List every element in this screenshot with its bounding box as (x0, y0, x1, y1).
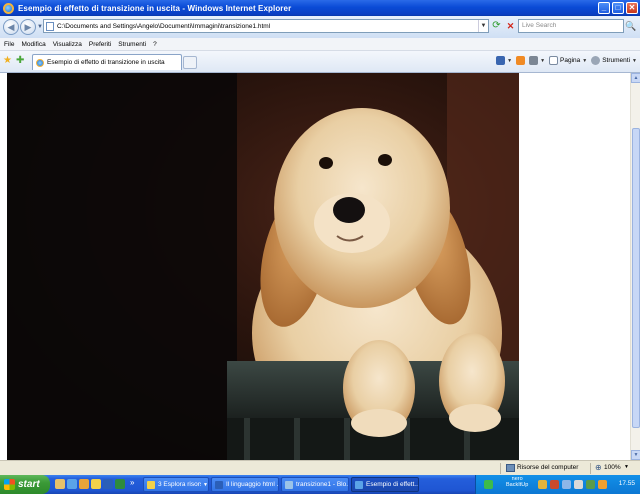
tray-antivirus-icon[interactable] (550, 480, 559, 489)
tray-update-icon[interactable] (598, 480, 607, 489)
windows-logo-icon (4, 479, 15, 490)
tray-usb-icon[interactable] (586, 480, 595, 489)
ie-icon (3, 2, 14, 14)
notepad-icon (285, 480, 293, 489)
ie-icon (36, 58, 44, 67)
puppy-photo-drawing (7, 73, 519, 460)
address-bar[interactable]: C:\Documents and Settings\Angelo\Documen… (43, 19, 489, 33)
address-input[interactable]: C:\Documents and Settings\Angelo\Documen… (57, 23, 478, 30)
scroll-down-button[interactable]: ▼ (631, 450, 640, 460)
task-ie-active[interactable]: Esempio di effett... (351, 477, 419, 492)
zoom-level[interactable]: 100% (604, 464, 621, 471)
navigation-bar: ◀ ▶ ▼ C:\Documents and Settings\Angelo\D… (0, 16, 640, 38)
taskbar: start » 3 Esplora risorse ▼ Il linguaggi… (0, 475, 640, 494)
quicklaunch-word-icon[interactable] (103, 479, 113, 489)
menu-help[interactable]: ? (153, 41, 157, 48)
system-tray: nero BackItUp 17.55 (475, 475, 640, 494)
back-button[interactable]: ◀ (3, 19, 19, 35)
stop-button[interactable]: ✕ (504, 20, 517, 33)
tray-nero-backitup[interactable]: nero BackItUp (506, 476, 528, 488)
tools-icon (591, 56, 601, 65)
command-bar: ▼ ▼ Pagina ▼ Strumenti ▼ (496, 56, 637, 65)
page-menu-button[interactable]: Pagina ▼ (549, 56, 587, 65)
quicklaunch-desktop-icon[interactable] (55, 479, 65, 489)
status-bar: Risorse del computer ⊕ 100% ▼ (0, 460, 640, 475)
menu-modifica[interactable]: Modifica (21, 41, 45, 48)
tab-active[interactable]: Esempio di effetto di transizione in usc… (32, 54, 182, 70)
menu-visualizza[interactable]: Visualizza (53, 41, 82, 48)
favorites-star-icon[interactable]: ★ (3, 56, 12, 66)
task-label: 3 Esplora risorse (158, 481, 201, 488)
ie-icon (355, 480, 363, 489)
window-title: Esempio di effetto di transizione in usc… (18, 3, 292, 13)
quicklaunch-excel-icon[interactable] (115, 479, 125, 489)
close-button[interactable]: ✕ (626, 2, 638, 14)
tray-volume-icon[interactable] (574, 480, 583, 489)
tab-bar: ★ ✚ Esempio di effetto di transizione in… (0, 51, 640, 73)
task-label: Il linguaggio html ... (226, 481, 278, 488)
menu-strumenti[interactable]: Strumenti (118, 41, 146, 48)
search-input[interactable]: Live Search (518, 19, 624, 33)
print-icon (529, 56, 539, 65)
task-dropdown: ▼ (203, 481, 208, 488)
menu-bar: File Modifica Visualizza Preferiti Strum… (0, 38, 640, 51)
quicklaunch-firefox-icon[interactable] (79, 479, 89, 489)
task-html-doc[interactable]: Il linguaggio html ... (211, 477, 279, 492)
title-bar: Esempio di effetto di transizione in usc… (0, 0, 640, 16)
home-button[interactable]: ▼ (496, 56, 512, 65)
page-icon (549, 56, 559, 65)
task-notepad[interactable]: transizione1 - Blo... (281, 477, 349, 492)
home-icon (496, 56, 506, 65)
search-icon[interactable]: 🔍 (625, 20, 637, 32)
vertical-scrollbar[interactable]: ▲ ▼ (630, 73, 640, 460)
globe-zone-icon (506, 464, 515, 472)
window-controls: _ □ ✕ (598, 2, 638, 14)
maximize-button[interactable]: □ (612, 2, 624, 14)
tools-menu-button[interactable]: Strumenti ▼ (591, 56, 637, 65)
quicklaunch-ie-icon[interactable] (67, 479, 77, 489)
page-icon (46, 21, 54, 31)
quicklaunch-folder-icon[interactable] (91, 479, 101, 489)
feeds-icon (516, 56, 526, 65)
add-favorites-icon[interactable]: ✚ (16, 56, 24, 66)
quicklaunch-more[interactable]: » (130, 478, 134, 487)
tray-shield-icon[interactable] (538, 480, 547, 489)
refresh-button[interactable]: ⟳ (490, 20, 503, 33)
zoom-icon[interactable]: ⊕ (595, 464, 602, 472)
start-button[interactable]: start (0, 475, 50, 494)
zoom-dropdown[interactable]: ▼ (624, 464, 629, 470)
task-label: Esempio di effett... (366, 481, 418, 488)
word-icon (215, 480, 223, 489)
forward-button[interactable]: ▶ (20, 19, 36, 35)
puppy-image (7, 73, 519, 460)
start-label: start (18, 479, 40, 490)
minimize-button[interactable]: _ (598, 2, 610, 14)
status-separator (590, 463, 591, 474)
security-zone: Risorse del computer (517, 464, 579, 471)
new-tab-button[interactable] (183, 56, 197, 69)
feeds-button[interactable] (516, 56, 526, 65)
menu-preferiti[interactable]: Preferiti (89, 41, 111, 48)
tray-arrow-icon[interactable] (484, 480, 493, 489)
task-label: transizione1 - Blo... (296, 481, 348, 488)
scroll-up-button[interactable]: ▲ (631, 73, 640, 83)
folder-icon (147, 480, 155, 489)
status-separator (500, 463, 501, 474)
tools-menu-label: Strumenti (602, 57, 631, 64)
address-dropdown[interactable]: ▼ (478, 20, 488, 32)
page-menu-label: Pagina (560, 57, 581, 64)
tab-label: Esempio di effetto di transizione in usc… (47, 59, 165, 66)
tray-network-icon[interactable] (562, 480, 571, 489)
clock[interactable]: 17.55 (619, 480, 635, 487)
task-explorer[interactable]: 3 Esplora risorse ▼ (143, 477, 209, 492)
scroll-thumb[interactable] (632, 128, 640, 428)
page-content (0, 73, 630, 460)
menu-file[interactable]: File (4, 41, 14, 48)
print-button[interactable]: ▼ (529, 56, 545, 65)
